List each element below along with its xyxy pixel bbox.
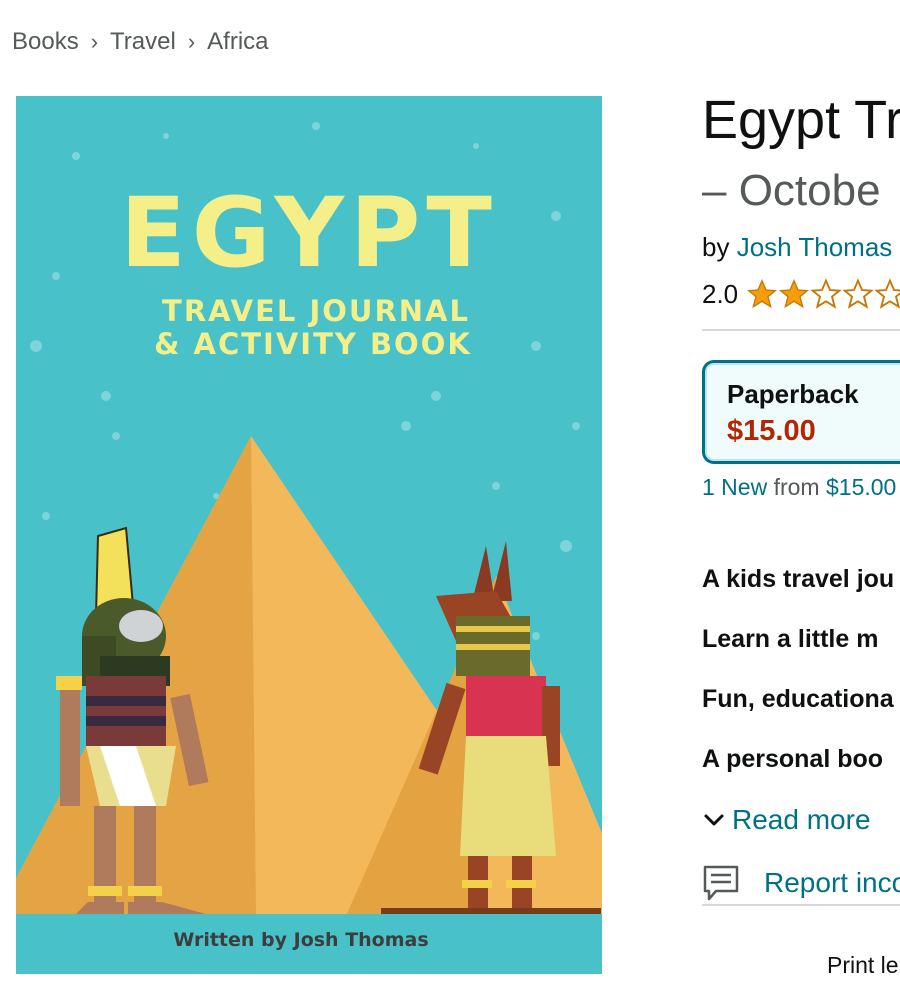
star-empty-icon xyxy=(810,278,842,309)
product-subtitle: – Octobe xyxy=(702,166,881,215)
cover-subtitle-line1: TRAVEL JOURNAL xyxy=(162,294,470,328)
offers-line: 1 New from $15.00 xyxy=(702,474,896,501)
breadcrumb-item-books[interactable]: Books xyxy=(12,28,79,56)
feature-bullet: Learn a little m xyxy=(702,625,879,653)
breadcrumb-item-africa[interactable]: Africa xyxy=(207,28,268,56)
divider xyxy=(702,904,900,906)
breadcrumb-item-travel[interactable]: Travel xyxy=(110,28,176,56)
breadcrumb-separator: › xyxy=(90,29,99,54)
feature-bullet: Fun, educationa xyxy=(702,685,894,713)
author-link[interactable]: Josh Thomas xyxy=(737,232,893,262)
cover-title: EGYPT xyxy=(120,177,498,289)
star-icon xyxy=(779,278,810,309)
product-title: Egypt Tr xyxy=(702,90,900,150)
by-label: by xyxy=(702,232,730,262)
byline: by Josh Thomas xyxy=(702,232,892,263)
new-offers-link[interactable]: 1 New xyxy=(702,474,767,500)
read-more-label: Read more xyxy=(732,804,871,835)
star-icon xyxy=(747,278,778,309)
star-empty-icon xyxy=(842,278,874,309)
report-incorrect-info-link[interactable]: Report inco xyxy=(702,864,900,902)
format-price: $15.00 xyxy=(727,415,816,447)
cover-artwork: EGYPT TRAVEL JOURNAL & ACTIVITY BOOK Wri… xyxy=(16,96,602,974)
read-more-link[interactable]: Read more xyxy=(702,804,871,836)
divider xyxy=(702,329,900,331)
product-page: Books › Travel › Africa EGYPT TRAVEL JOU… xyxy=(0,0,900,1002)
feature-bullet: A kids travel jou xyxy=(702,565,895,593)
report-label: Report inco xyxy=(764,867,900,898)
rating-stars[interactable] xyxy=(746,278,900,310)
rating-value: 2.0 xyxy=(702,278,739,309)
breadcrumb: Books › Travel › Africa xyxy=(12,28,269,56)
print-length-label: Print le xyxy=(827,952,899,978)
star-empty-icon xyxy=(874,278,900,309)
cover-author-credit: Written by Josh Thomas xyxy=(173,929,428,951)
offers-price[interactable]: $15.00 xyxy=(826,474,896,500)
feedback-icon xyxy=(703,865,739,901)
rating-row: 2.0 xyxy=(702,278,900,310)
book-cover-image[interactable]: EGYPT TRAVEL JOURNAL & ACTIVITY BOOK Wri… xyxy=(16,96,602,974)
cover-subtitle-line2: & ACTIVITY BOOK xyxy=(154,327,472,361)
offers-from-label: from xyxy=(773,474,820,500)
chevron-down-icon xyxy=(704,814,724,826)
format-name: Paperback xyxy=(727,379,859,409)
format-option-paperback[interactable]: Paperback $15.00 xyxy=(702,360,900,464)
breadcrumb-separator: › xyxy=(187,29,196,54)
feature-bullet: A personal boo xyxy=(702,745,884,773)
